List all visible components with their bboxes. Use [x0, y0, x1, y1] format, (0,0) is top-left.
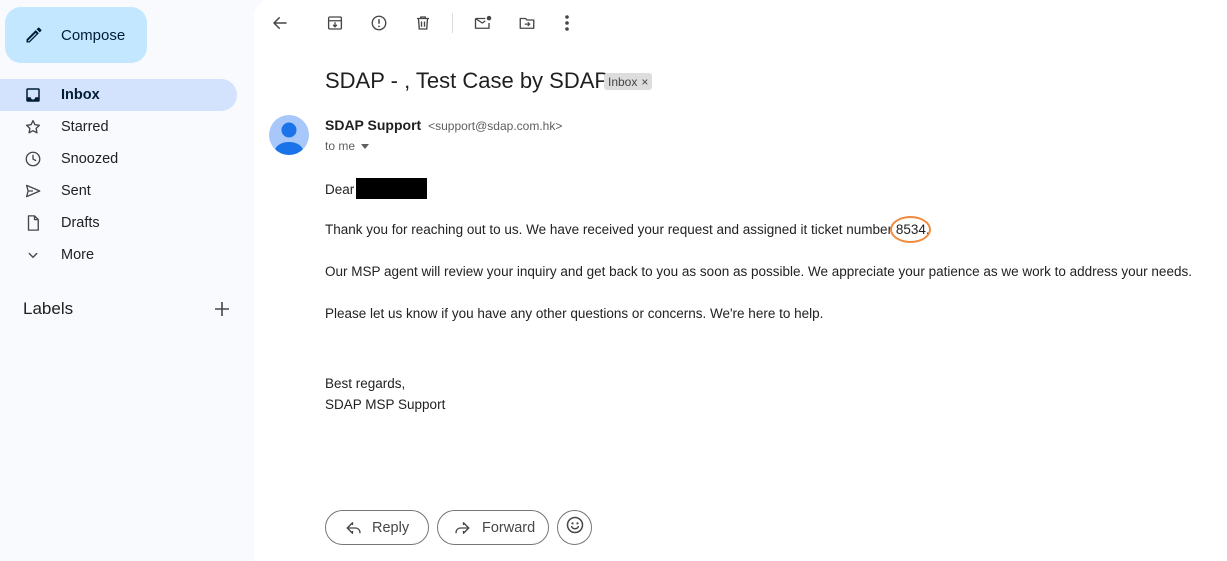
sidebar-item-label: Sent: [61, 183, 91, 199]
redacted-name: [356, 178, 428, 199]
review-paragraph: Our MSP agent will review your inquiry a…: [325, 264, 1192, 279]
highlight-circle: [889, 216, 931, 243]
sender-email: <support@sdap.com.hk>: [428, 119, 563, 133]
closing-line: Best regards,: [325, 376, 406, 391]
pencil-icon: [23, 24, 45, 46]
sidebar-item-more[interactable]: More: [0, 239, 237, 271]
sidebar-item-label: Inbox: [61, 87, 100, 103]
sidebar-item-label: Snoozed: [61, 151, 119, 167]
emoji-reaction-button[interactable]: [557, 510, 592, 545]
sidebar-item-label: Drafts: [61, 215, 100, 231]
labels-title: Labels: [23, 299, 74, 318]
sidebar-item-snoozed[interactable]: Snoozed: [0, 143, 237, 175]
inbox-icon: [24, 86, 42, 104]
ticket-number: 8534: [889, 216, 931, 243]
add-label-icon[interactable]: [211, 298, 233, 320]
emoji-icon: [565, 515, 585, 540]
email-subject: SDAP - , Test Case by SDAP: [325, 68, 610, 93]
sender-line: SDAP Support <support@sdap.com.hk>: [325, 117, 562, 133]
greeting-line: Dear: [325, 178, 428, 199]
report-spam-icon[interactable]: [367, 11, 391, 35]
recipient-details[interactable]: to me: [325, 139, 370, 153]
questions-paragraph: Please let us know if you have any other…: [325, 306, 824, 321]
forward-icon: [452, 518, 472, 538]
ticket-paragraph: Thank you for reaching out to us. We hav…: [325, 216, 931, 243]
labels-header: Labels: [23, 296, 233, 322]
file-icon: [24, 214, 42, 232]
reply-label: Reply: [372, 519, 410, 536]
email-view: SDAP - , Test Case by SDAP Inbox × SDAP …: [254, 0, 1227, 561]
signature-line: SDAP MSP Support: [325, 397, 446, 412]
forward-label: Forward: [482, 519, 536, 536]
toolbar-divider: [452, 13, 453, 33]
sender-name[interactable]: SDAP Support: [325, 117, 421, 133]
avatar[interactable]: [269, 115, 309, 155]
caret-down-icon: [361, 143, 370, 149]
star-icon: [24, 118, 42, 136]
chip-label: Inbox: [608, 74, 638, 89]
sidebar-item-drafts[interactable]: Drafts: [0, 207, 237, 239]
mark-unread-icon[interactable]: [471, 11, 495, 35]
reply-button[interactable]: Reply: [325, 510, 429, 545]
back-arrow-icon[interactable]: [268, 11, 292, 35]
inbox-label-chip[interactable]: Inbox ×: [604, 73, 653, 90]
sidebar-item-sent[interactable]: Sent: [0, 175, 237, 207]
compose-label: Compose: [61, 26, 126, 44]
sidebar-item-starred[interactable]: Starred: [0, 111, 237, 143]
archive-icon[interactable]: [323, 11, 347, 35]
remove-label-icon[interactable]: ×: [641, 75, 648, 89]
sidebar-item-label: More: [61, 247, 95, 263]
delete-icon[interactable]: [411, 11, 435, 35]
compose-button[interactable]: Compose: [5, 7, 147, 63]
clock-icon: [24, 150, 42, 168]
sidebar-item-inbox[interactable]: Inbox: [0, 79, 237, 111]
chevron-down-icon: [24, 246, 42, 264]
ticket-text: Thank you for reaching out to us. We hav…: [325, 222, 896, 237]
send-icon: [24, 182, 42, 200]
greeting: Dear: [325, 182, 355, 197]
more-vert-icon[interactable]: [555, 11, 579, 35]
sidebar: Compose Inbox Starred Snoozed Sent Draft…: [0, 0, 254, 561]
sidebar-item-label: Starred: [61, 119, 109, 135]
move-to-icon[interactable]: [515, 11, 539, 35]
forward-button[interactable]: Forward: [437, 510, 549, 545]
nav-list: Inbox Starred Snoozed Sent Drafts More: [0, 79, 254, 271]
to-line: to me: [325, 139, 356, 153]
reply-icon: [344, 518, 364, 538]
